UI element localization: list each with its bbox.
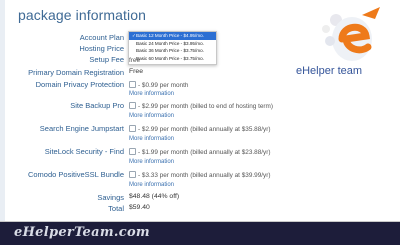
plan-option-2[interactable]: Basic 24 Month Price - $3.95/mo. — [129, 40, 216, 48]
seo-checkbox[interactable] — [129, 125, 136, 132]
label-hosting-price: Hosting Price — [79, 44, 124, 53]
page-title: package information — [18, 7, 146, 23]
sitelock-more-link[interactable]: More information — [129, 159, 174, 165]
site-backup-checkbox[interactable] — [129, 102, 136, 109]
label-primary-domain: Primary Domain Registration — [28, 68, 124, 77]
label-sitelock: SiteLock Security - Find — [44, 147, 124, 156]
label-domain-privacy: Domain Privacy Protection — [35, 80, 124, 89]
account-plan-dropdown[interactable]: ✓Basic 12 Month Price - $4.95/mo. Basic … — [128, 31, 217, 65]
plan-option-1[interactable]: ✓Basic 12 Month Price - $4.95/mo. — [129, 32, 216, 40]
logo-caption: eHelper team — [296, 65, 363, 77]
left-edge-strip — [0, 0, 5, 222]
ssl-checkbox[interactable] — [129, 171, 136, 178]
site-backup-more-link[interactable]: More information — [129, 113, 174, 119]
site-backup-option: - $2.99 per month (billed to end of host… — [129, 102, 273, 110]
plan-option-4[interactable]: Basic 60 Month Price - $3.75/mo. — [129, 55, 216, 63]
label-total: Total — [108, 204, 124, 213]
primary-domain-value: Free — [129, 68, 143, 75]
savings-value: $48.48 (44% off) — [129, 193, 180, 200]
label-search-engine-jumpstart: Search Engine Jumpstart — [39, 124, 124, 133]
label-ssl-bundle: Comodo PositiveSSL Bundle — [27, 170, 124, 179]
total-value: $59.40 — [129, 204, 150, 211]
ssl-option: - $3.33 per month (billed annually at $3… — [129, 171, 271, 179]
sitelock-checkbox[interactable] — [129, 148, 136, 155]
label-account-plan: Account Plan — [79, 33, 124, 42]
seo-more-link[interactable]: More information — [129, 136, 174, 142]
ssl-more-link[interactable]: More information — [129, 182, 174, 188]
domain-privacy-more-link[interactable]: More information — [129, 91, 174, 97]
domain-privacy-option: - $0.99 per month — [129, 81, 188, 89]
domain-privacy-checkbox[interactable] — [129, 81, 136, 88]
plan-option-3[interactable]: Basic 36 Month Price - $3.75/mo. — [129, 47, 216, 55]
sitelock-option: - $1.99 per month (billed annually at $2… — [129, 148, 271, 156]
setup-fee-value: free — [129, 57, 141, 64]
package-information-panel: package information Account Plan Hosting… — [0, 0, 400, 245]
seo-option: - $2.99 per month (billed annually at $3… — [129, 125, 271, 133]
footer-brand: eHelperTeam.com — [14, 225, 150, 240]
label-setup-fee: Setup Fee — [89, 55, 124, 64]
label-site-backup: Site Backup Pro — [70, 101, 124, 110]
ehelper-logo-icon — [322, 7, 380, 61]
label-savings: Savings — [97, 193, 124, 202]
